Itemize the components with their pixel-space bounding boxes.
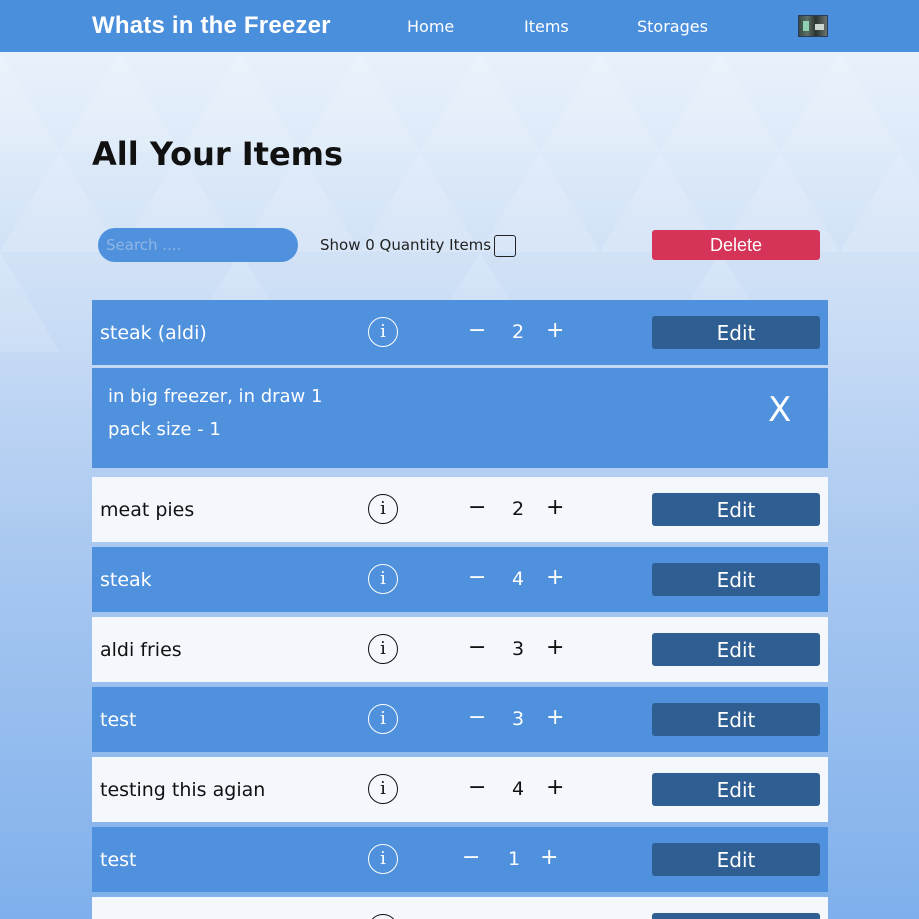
item-quantity: 4 xyxy=(511,778,525,800)
info-icon[interactable]: i xyxy=(368,844,398,874)
item-row: testing this agian i − 4 + Edit xyxy=(92,757,828,822)
item-quantity: 4 xyxy=(511,568,525,590)
item-name: steak (aldi) xyxy=(100,322,207,344)
nav-items-link[interactable]: Items xyxy=(524,17,569,36)
info-icon[interactable]: i xyxy=(368,564,398,594)
page-title: All Your Items xyxy=(92,135,344,173)
item-row: steak (aldi) i − 2 + Edit xyxy=(92,300,828,365)
item-name: steak xyxy=(100,569,152,591)
item-row: steak i − 4 + Edit xyxy=(92,547,828,612)
edit-button[interactable]: Edit xyxy=(652,316,820,349)
info-icon[interactable]: i xyxy=(368,914,398,919)
nav-home-link[interactable]: Home xyxy=(407,17,454,36)
item-quantity: 2 xyxy=(511,498,525,520)
increment-button[interactable]: + xyxy=(540,845,558,871)
item-row: meat pies i − 2 + Edit xyxy=(92,477,828,542)
item-name: test xyxy=(100,709,137,731)
item-quantity: 2 xyxy=(511,321,525,343)
item-quantity: 3 xyxy=(511,638,525,660)
item-name: meat pies xyxy=(100,499,195,521)
edit-button[interactable]: Edit xyxy=(652,563,820,596)
item-pack-size: pack size - 1 xyxy=(108,419,221,440)
item-name: test xyxy=(100,849,137,871)
info-icon[interactable]: i xyxy=(368,774,398,804)
edit-button[interactable]: Edit xyxy=(652,633,820,666)
increment-button[interactable]: + xyxy=(546,565,564,591)
edit-button[interactable]: Edit xyxy=(652,843,820,876)
nav-storages-link[interactable]: Storages xyxy=(637,17,708,36)
decrement-button[interactable]: − xyxy=(468,635,486,661)
item-quantity: 1 xyxy=(507,848,521,870)
decrement-button[interactable]: − xyxy=(462,845,480,871)
info-icon[interactable]: i xyxy=(368,704,398,734)
item-quantity: 3 xyxy=(511,708,525,730)
item-row: test i − 3 + Edit xyxy=(92,687,828,752)
item-name: aldi fries xyxy=(100,639,182,661)
brand-title[interactable]: Whats in the Freezer xyxy=(92,12,331,40)
increment-button[interactable]: + xyxy=(546,705,564,731)
increment-button[interactable]: + xyxy=(546,635,564,661)
decrement-button[interactable]: − xyxy=(468,705,486,731)
show-zero-quantity-label: Show 0 Quantity Items xyxy=(320,236,492,254)
increment-button[interactable]: + xyxy=(546,495,564,521)
increment-button[interactable]: + xyxy=(546,775,564,801)
navbar: Whats in the Freezer Home Items Storages xyxy=(0,0,919,52)
delete-button[interactable]: Delete xyxy=(652,230,820,260)
decrement-button[interactable]: − xyxy=(468,775,486,801)
edit-button[interactable]: Edit xyxy=(652,773,820,806)
edit-button[interactable]: Edit xyxy=(652,703,820,736)
item-row: test i − 1 + Edit xyxy=(92,827,828,892)
edit-button[interactable]: Edit xyxy=(652,493,820,526)
info-icon[interactable]: i xyxy=(368,317,398,347)
edit-button[interactable] xyxy=(652,913,820,919)
avatar[interactable] xyxy=(798,15,828,37)
increment-button[interactable]: + xyxy=(546,318,564,344)
decrement-button[interactable]: − xyxy=(468,565,486,591)
item-name: testing this agian xyxy=(100,779,266,801)
search-input[interactable] xyxy=(98,228,298,262)
info-icon[interactable]: i xyxy=(368,494,398,524)
item-detail-panel: in big freezer, in draw 1 pack size - 1 … xyxy=(92,368,828,468)
item-row: i xyxy=(92,897,828,919)
decrement-button[interactable]: − xyxy=(468,495,486,521)
item-row: aldi fries i − 3 + Edit xyxy=(92,617,828,682)
close-icon[interactable]: X xyxy=(768,390,791,430)
item-location: in big freezer, in draw 1 xyxy=(108,386,323,407)
show-zero-quantity-checkbox[interactable] xyxy=(494,235,516,257)
info-icon[interactable]: i xyxy=(368,634,398,664)
decrement-button[interactable]: − xyxy=(468,318,486,344)
